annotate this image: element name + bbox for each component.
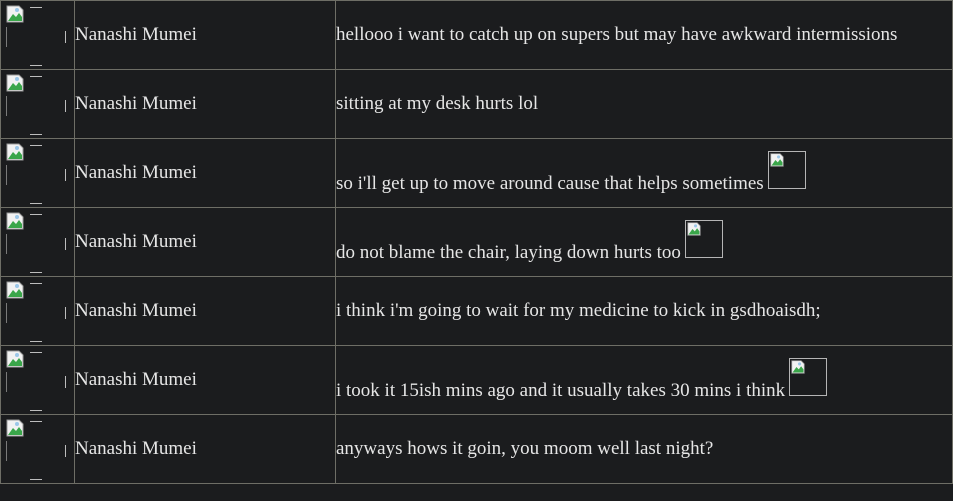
avatar-broken-image-icon bbox=[6, 350, 68, 412]
message-text: hellooo i want to catch up on supers but… bbox=[335, 0, 953, 70]
author-name: Nanashi Mumei bbox=[74, 207, 336, 277]
message-text: i took it 15ish mins ago and it usually … bbox=[335, 345, 953, 415]
avatar-cell bbox=[0, 345, 75, 415]
avatar-broken-image-icon bbox=[6, 281, 68, 343]
avatar-cell bbox=[0, 414, 75, 484]
message-body: anyways hows it goin, you moom well last… bbox=[336, 438, 714, 459]
message-body: so i'll get up to move around cause that… bbox=[336, 173, 764, 194]
avatar-cell bbox=[0, 69, 75, 139]
chat-message-row: Nanashi Mumei anyways hows it goin, you … bbox=[0, 414, 953, 484]
avatar-cell bbox=[0, 207, 75, 277]
author-name: Nanashi Mumei bbox=[74, 345, 336, 415]
chat-message-row: Nanashi Mumei i took it 15ish mins ago a… bbox=[0, 345, 953, 415]
chat-message-row: Nanashi Mumei i think i'm going to wait … bbox=[0, 276, 953, 346]
emote-broken-image-icon bbox=[789, 358, 828, 396]
message-text: i think i'm going to wait for my medicin… bbox=[335, 276, 953, 346]
avatar-broken-image-icon bbox=[6, 143, 68, 205]
chat-message-row: Nanashi Mumei hellooo i want to catch up… bbox=[0, 0, 953, 70]
author-name: Nanashi Mumei bbox=[74, 276, 336, 346]
message-body: sitting at my desk hurts lol bbox=[336, 93, 539, 114]
message-text: so i'll get up to move around cause that… bbox=[335, 138, 953, 208]
message-text: sitting at my desk hurts lol bbox=[335, 69, 953, 139]
author-name: Nanashi Mumei bbox=[74, 0, 336, 70]
author-name: Nanashi Mumei bbox=[74, 138, 336, 208]
avatar-cell bbox=[0, 0, 75, 70]
emote-broken-image-icon bbox=[684, 220, 723, 258]
message-text: anyways hows it goin, you moom well last… bbox=[335, 414, 953, 484]
message-body: i think i'm going to wait for my medicin… bbox=[336, 300, 821, 321]
avatar-broken-image-icon bbox=[6, 212, 68, 274]
message-body: hellooo i want to catch up on supers but… bbox=[336, 24, 898, 45]
chat-message-row: Nanashi Mumei so i'll get up to move aro… bbox=[0, 138, 953, 208]
chat-message-row: Nanashi Mumei do not blame the chair, la… bbox=[0, 207, 953, 277]
message-body: do not blame the chair, laying down hurt… bbox=[336, 242, 681, 263]
chat-log-body: Nanashi Mumei hellooo i want to catch up… bbox=[0, 0, 953, 484]
avatar-cell bbox=[0, 138, 75, 208]
avatar-cell bbox=[0, 276, 75, 346]
message-body: i took it 15ish mins ago and it usually … bbox=[336, 380, 786, 401]
avatar-broken-image-icon bbox=[6, 74, 68, 136]
author-name: Nanashi Mumei bbox=[74, 414, 336, 484]
message-text: do not blame the chair, laying down hurt… bbox=[335, 207, 953, 277]
chat-message-row: Nanashi Mumei sitting at my desk hurts l… bbox=[0, 69, 953, 139]
emote-broken-image-icon bbox=[767, 151, 806, 189]
chat-log-table: Nanashi Mumei hellooo i want to catch up… bbox=[0, 0, 953, 484]
avatar-broken-image-icon bbox=[6, 419, 68, 481]
avatar-broken-image-icon bbox=[6, 5, 68, 67]
author-name: Nanashi Mumei bbox=[74, 69, 336, 139]
